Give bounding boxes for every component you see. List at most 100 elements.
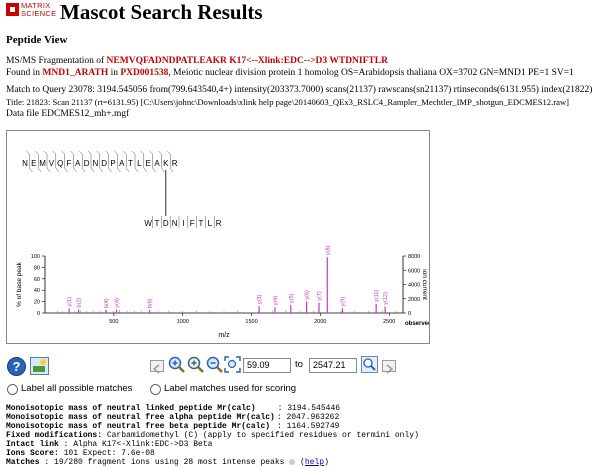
stat-value: 101 Expect: 7.6e-08 (58, 449, 155, 458)
matched-peak-label: y(4) (273, 296, 279, 306)
stat-intact-link: Intact link : Alpha K17<-Xlink:EDC->D3 B… (6, 440, 212, 449)
fragment-cleavage-mark (105, 150, 109, 155)
frag-prefix: MS/MS Fragmentation of (6, 56, 107, 66)
fragment-cleavage-mark (61, 150, 65, 155)
observed-label: observed (405, 321, 429, 327)
zoom-out-icon[interactable] (206, 356, 223, 373)
x-tick-label: 500 (109, 319, 118, 325)
export-image-icon[interactable] (30, 357, 49, 375)
matched-peak-label: y(5) (289, 293, 295, 303)
stat-value: : 2047.963262 (276, 413, 340, 422)
beta-residue: T (199, 219, 204, 228)
matched-peak-label: y(6) (305, 290, 311, 300)
zoom-from-input[interactable]: 59.09 (243, 358, 291, 373)
x-axis-label: m/z (218, 332, 230, 339)
fragment-cleavage-mark (96, 150, 100, 155)
peptide-sequence: NEMVQFADNDPATLEAKR K17<--Xlink:EDC-->D3 … (106, 56, 388, 66)
stat-value: : 19/280 fragment ions using 28 most int… (39, 458, 285, 467)
section-title: Peptide View (6, 34, 68, 46)
fragment-cleavage-mark (87, 150, 92, 155)
fragment-cleavage-mark (131, 150, 136, 155)
y-tick-label: 60 (34, 277, 40, 283)
x-tick-label: 1000 (177, 319, 189, 325)
zoom-in-icon[interactable] (168, 356, 185, 373)
y-tick-label: 40 (34, 288, 40, 294)
beta-residue: N (172, 219, 178, 228)
beta-residue: D (163, 219, 169, 228)
alpha-residue: A (119, 159, 125, 168)
matched-peak-label: y(3) (257, 295, 263, 305)
matched-peak-label: b(6) (148, 298, 154, 308)
zoom-apply-icon[interactable] (361, 356, 378, 373)
query-line: Match to Query 23078: 3194.545056 from(7… (6, 85, 593, 95)
found-in-text: in (108, 68, 121, 78)
alpha-residue: E (31, 159, 36, 168)
help-icon[interactable]: ? (7, 357, 26, 376)
stat-label: Monoisotopic mass of neutral free alpha … (6, 413, 275, 422)
alpha-residue: L (137, 159, 142, 168)
fragment-cleavage-mark (79, 150, 83, 155)
fragment-cleavage-mark (167, 150, 171, 155)
page-title: Mascot Search Results (60, 0, 263, 24)
fragment-cleavage-mark (140, 150, 144, 155)
stat-label: Monoisotopic mass of neutral free beta p… (6, 422, 271, 431)
matrix-science-logo-icon (6, 3, 19, 16)
zoom-fit-icon[interactable] (224, 356, 241, 373)
label-used-label: Label matches used for scoring (164, 383, 297, 394)
info-dot-icon (289, 458, 296, 465)
spectrum-panel: NEMVQFADNDPATLEAKRWTDNIFTLR 0 20 40 60 80 100… (6, 130, 432, 344)
stat-value: : 1164.592749 (277, 422, 340, 431)
alpha-residue: A (154, 159, 160, 168)
y-tick-label: 20 (34, 300, 40, 306)
fragment-cleavage-mark (70, 150, 74, 155)
found-in-line: Found in MND1_ARATH in PXD001538, Meioti… (6, 68, 574, 78)
matched-peak-label: y(1) (67, 297, 73, 307)
to-label: to (295, 359, 303, 370)
alpha-residue: V (49, 159, 55, 168)
forward-arrow-icon[interactable] (382, 360, 396, 374)
label-all-radio[interactable] (7, 384, 18, 395)
beta-residue: I (182, 219, 184, 228)
fragmentation-line: MS/MS Fragmentation of NEMVQFADNDPATLEAK… (6, 56, 388, 66)
back-arrow-icon[interactable] (150, 360, 164, 374)
stat-alpha-mass: Monoisotopic mass of neutral free alpha … (6, 413, 339, 422)
logo-text: MATRIX SCIENCE (21, 2, 56, 18)
label-used-radio[interactable] (150, 384, 161, 395)
x-tick-label: 2000 (314, 319, 326, 325)
alpha-residue: A (75, 159, 81, 168)
y2-tick-label: 4000 (408, 283, 420, 289)
protein-link[interactable]: MND1_ARATH (42, 68, 108, 78)
alpha-residue: K (163, 159, 169, 168)
y2-tick-label: 6000 (408, 268, 420, 274)
x-tick-label: 1500 (245, 319, 257, 325)
fragment-cleavage-mark (123, 150, 127, 155)
stat-beta-mass: Monoisotopic mass of neutral free beta p… (6, 422, 339, 431)
zoom-to-input[interactable]: 2547.21 (309, 358, 357, 373)
matched-peak-label: y(8) (325, 245, 331, 255)
fragment-cleavage-mark (35, 150, 39, 155)
fragment-cleavage-mark (158, 150, 162, 155)
beta-residue: L (208, 219, 213, 228)
beta-residue: T (155, 219, 160, 228)
stat-matches: Matches : 19/280 fragment ions using 28 … (6, 458, 329, 467)
alpha-residue: F (67, 159, 72, 168)
spectrum-plot: 02040608010002000400060008000500 1000 1500… (16, 245, 432, 339)
y-tick-label: 80 (34, 265, 40, 271)
matched-peak-label: b(4) (104, 298, 110, 308)
matched-peak-label: b(2) (77, 298, 83, 308)
beta-residue: R (216, 219, 222, 228)
zoom-in-more-icon[interactable] (187, 356, 204, 373)
fragment-cleavage-mark (26, 150, 30, 155)
title-line: Title: 21823: Scan 21137 (rt=6131.95) [C… (6, 97, 569, 107)
dataset-link[interactable]: PXD001538 (120, 68, 168, 78)
found-prefix: Found in (6, 68, 43, 78)
sequence-diagram: N E M V Q F A D N D P A T L E A K RW T D N I F T L R (22, 150, 222, 228)
stat-label: Fixed modifications: (6, 431, 103, 440)
fragment-cleavage-mark (52, 150, 56, 155)
y2-tick-label: 0 (408, 311, 411, 317)
help-link[interactable]: help (305, 458, 324, 467)
alpha-residue: D (101, 159, 107, 168)
spectrum-chart: N E M V Q F A D N D P A T L E A K RW T D N I F T L R 020406080100… (16, 150, 432, 339)
stat-value: : 3194.545446 (277, 404, 341, 413)
protein-description: , Meiotic nuclear division protein 1 hom… (168, 68, 574, 78)
